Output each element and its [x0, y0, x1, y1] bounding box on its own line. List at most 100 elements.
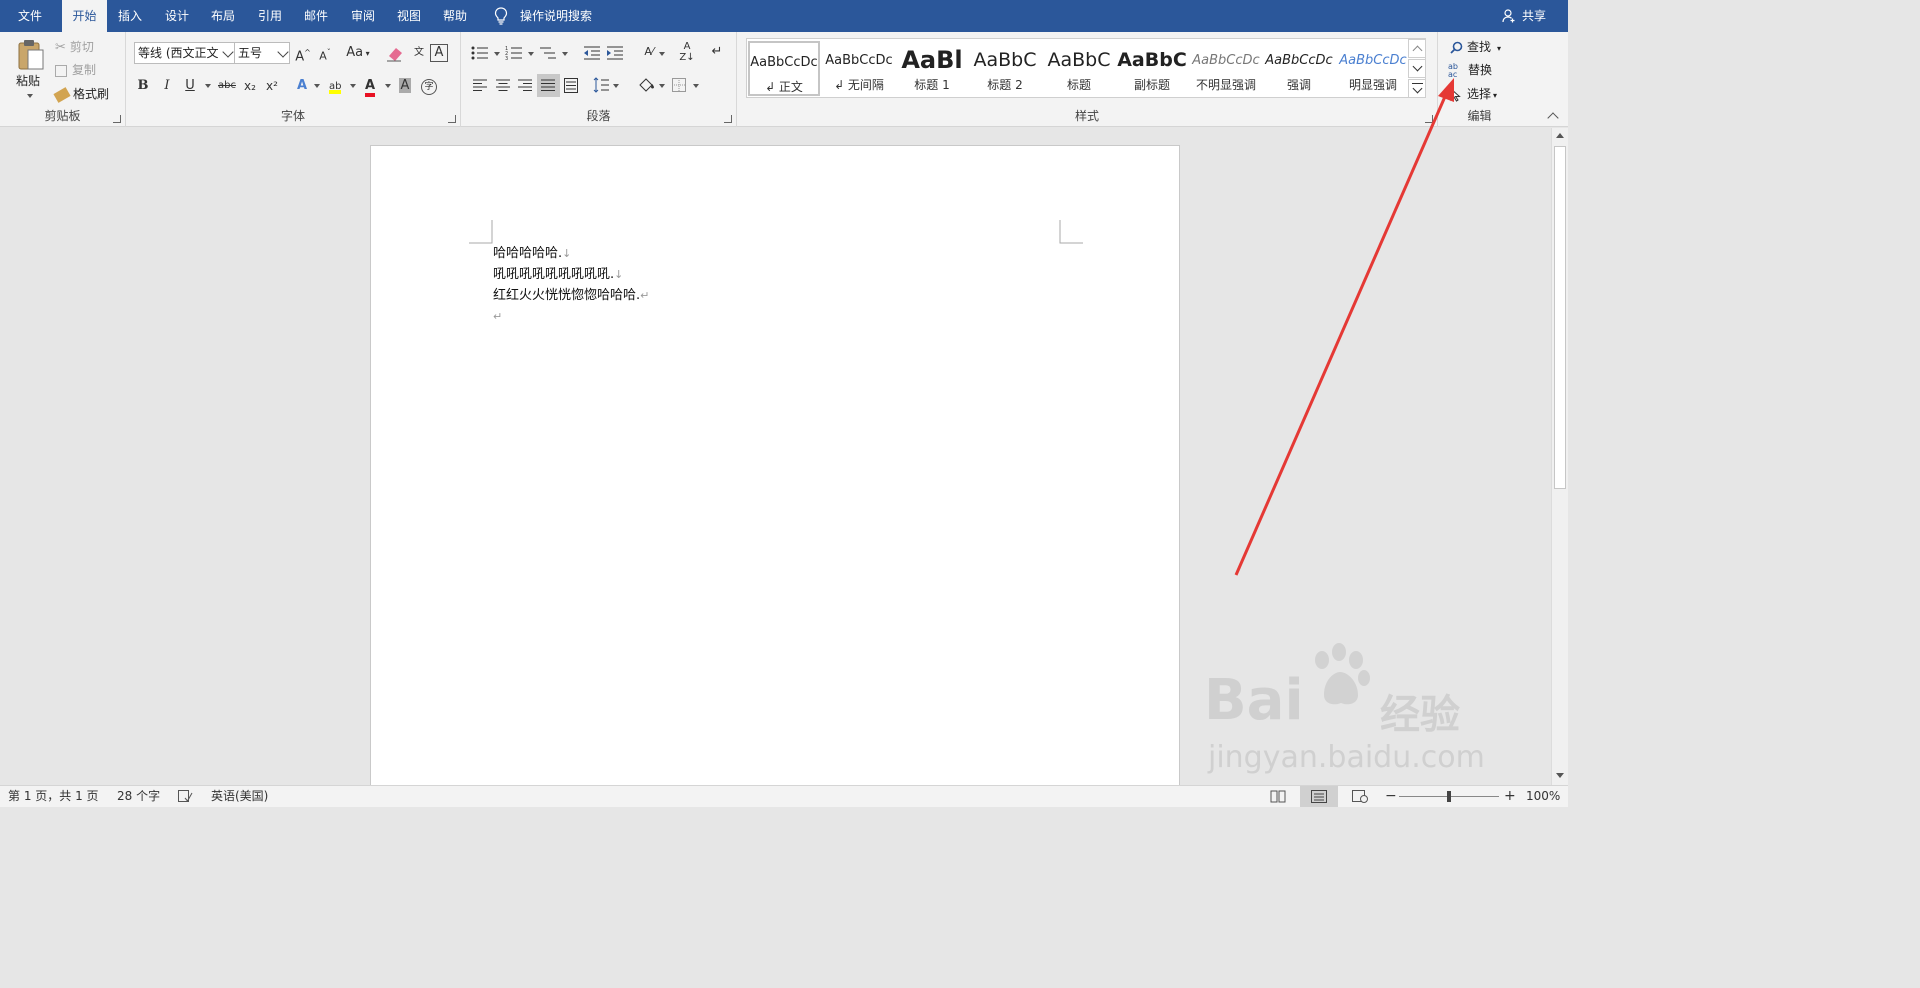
line-spacing-dropdown-icon[interactable]	[613, 84, 619, 88]
style-subtle-emphasis[interactable]: AaBbCcDc 不明显强调	[1190, 41, 1262, 96]
italic-button[interactable]: I	[156, 75, 178, 97]
paragraph-line-3[interactable]: 红红火火恍恍惚惚哈哈哈.↵	[493, 285, 649, 306]
shading-bucket-icon[interactable]	[637, 77, 655, 93]
print-layout-button[interactable]	[1300, 786, 1338, 807]
word-count[interactable]: 28 个字	[117, 786, 160, 807]
distributed-icon[interactable]	[564, 78, 578, 93]
text-effects-button[interactable]: A	[291, 75, 313, 97]
page-count[interactable]: 第 1 页，共 1 页	[8, 786, 99, 807]
paragraph-line-2[interactable]: 吼吼吼吼吼吼吼吼吼.↓	[493, 264, 623, 285]
tab-review[interactable]: 审阅	[341, 0, 385, 32]
decrease-indent-icon[interactable]	[583, 45, 601, 61]
lightbulb-icon[interactable]	[494, 7, 508, 25]
zoom-in-button[interactable]: +	[1504, 786, 1516, 807]
underline-dropdown-icon[interactable]	[205, 84, 211, 88]
paste-dropdown-icon[interactable]	[27, 94, 33, 98]
sort-button[interactable]: A Z↓	[676, 41, 698, 63]
bullets-icon[interactable]	[471, 45, 489, 61]
bullets-dropdown-icon[interactable]	[494, 52, 500, 56]
bold-button[interactable]: B	[132, 75, 154, 97]
underline-button[interactable]: U	[179, 75, 201, 97]
language-indicator[interactable]: 英语(美国)	[211, 786, 268, 807]
font-launcher-icon[interactable]	[448, 115, 456, 123]
justify-button[interactable]	[537, 74, 560, 97]
font-color-button[interactable]: A	[359, 75, 381, 97]
share-button[interactable]: 共享	[1522, 0, 1546, 32]
styles-launcher-icon[interactable]	[1425, 115, 1433, 123]
zoom-level[interactable]: 100%	[1526, 786, 1560, 807]
text-effects-dropdown-icon[interactable]	[314, 84, 320, 88]
paste-icon[interactable]	[16, 38, 46, 72]
eraser-icon[interactable]	[386, 46, 404, 62]
increase-indent-icon[interactable]	[606, 45, 624, 61]
cut-button[interactable]: ✂ 剪切	[55, 38, 94, 55]
share-person-icon[interactable]	[1502, 9, 1516, 23]
highlight-dropdown-icon[interactable]	[350, 84, 356, 88]
vertical-scrollbar[interactable]	[1551, 128, 1568, 785]
style-title[interactable]: AaBbC 标题	[1043, 41, 1115, 96]
borders-icon[interactable]	[672, 78, 686, 92]
style-heading-1[interactable]: AaBl 标题 1	[896, 41, 968, 96]
asian-layout-button[interactable]: A⁄	[638, 41, 660, 63]
paragraph-line-4[interactable]: ↵	[493, 306, 502, 327]
tab-home[interactable]: 开始	[62, 0, 107, 32]
borders-dropdown-icon[interactable]	[693, 84, 699, 88]
gallery-more[interactable]	[1408, 79, 1426, 98]
enclose-characters-button[interactable]: 字	[418, 75, 440, 97]
font-color-dropdown-icon[interactable]	[385, 84, 391, 88]
style-subtitle[interactable]: AaBbC 副标题	[1116, 41, 1188, 96]
tab-help[interactable]: 帮助	[433, 0, 477, 32]
scroll-down-arrow-icon[interactable]	[1556, 773, 1564, 778]
character-shading-button[interactable]: A	[394, 75, 416, 97]
tab-insert[interactable]: 插入	[108, 0, 152, 32]
paragraph-line-1[interactable]: 哈哈哈哈哈.↓	[493, 243, 571, 264]
web-layout-icon[interactable]	[1352, 790, 1368, 803]
align-center-icon[interactable]	[496, 79, 510, 92]
change-case-button[interactable]: Aa ▾	[343, 42, 373, 64]
character-border-button[interactable]: A	[430, 44, 448, 62]
subscript-button[interactable]: x₂	[239, 75, 261, 97]
multilevel-dropdown-icon[interactable]	[562, 52, 568, 56]
style-heading-2[interactable]: AaBbC 标题 2	[969, 41, 1041, 96]
tell-me-search[interactable]: 操作说明搜索	[520, 0, 592, 32]
tab-references[interactable]: 引用	[248, 0, 292, 32]
style-emphasis[interactable]: AaBbCcDc 强调	[1263, 41, 1335, 96]
copy-button[interactable]: 复制	[55, 61, 96, 78]
paste-button[interactable]: 粘贴	[16, 72, 40, 89]
tab-file[interactable]: 文件	[8, 0, 52, 32]
style-no-spacing[interactable]: AaBbCcDc ↲ 无间隔	[823, 41, 895, 96]
collapse-ribbon-icon[interactable]	[1547, 112, 1559, 124]
read-mode-icon[interactable]	[1270, 790, 1286, 803]
select-button[interactable]: 选择 ▾	[1450, 85, 1497, 102]
zoom-out-button[interactable]: −	[1385, 786, 1397, 807]
font-name-combo[interactable]: 等线 (西文正文	[134, 42, 235, 64]
shrink-font-button[interactable]: Aˇ	[314, 42, 336, 64]
scrollbar-thumb[interactable]	[1554, 146, 1566, 489]
paragraph-launcher-icon[interactable]	[724, 115, 732, 123]
zoom-slider-thumb[interactable]	[1447, 791, 1451, 802]
numbering-icon[interactable]: 123	[505, 45, 523, 61]
shading-dropdown-icon[interactable]	[659, 84, 665, 88]
highlight-button[interactable]: ab	[324, 75, 346, 97]
align-left-icon[interactable]	[473, 79, 487, 92]
asian-layout-dropdown-icon[interactable]	[659, 52, 665, 56]
scroll-up-arrow-icon[interactable]	[1556, 133, 1564, 138]
font-size-combo[interactable]: 五号	[234, 42, 290, 64]
find-button[interactable]: 查找 ▾	[1450, 38, 1501, 55]
gallery-scroll-down[interactable]	[1408, 59, 1426, 78]
tab-view[interactable]: 视图	[387, 0, 431, 32]
clipboard-launcher-icon[interactable]	[113, 115, 121, 123]
gallery-scroll-up[interactable]	[1408, 39, 1426, 58]
document-page[interactable]: 哈哈哈哈哈.↓ 吼吼吼吼吼吼吼吼吼.↓ 红红火火恍恍惚惚哈哈哈.↵ ↵	[370, 145, 1180, 785]
show-marks-button[interactable]: ↵	[706, 41, 728, 63]
replace-button[interactable]: ab ac 替换	[1448, 61, 1492, 79]
align-right-icon[interactable]	[518, 79, 532, 92]
style-normal[interactable]: AaBbCcDc ↲ 正文	[748, 41, 820, 96]
tab-mailings[interactable]: 邮件	[294, 0, 338, 32]
tab-design[interactable]: 设计	[155, 0, 199, 32]
tab-layout[interactable]: 布局	[201, 0, 245, 32]
phonetic-guide-button[interactable]: 文	[408, 42, 430, 64]
line-spacing-icon[interactable]	[593, 77, 609, 93]
numbering-dropdown-icon[interactable]	[528, 52, 534, 56]
strikethrough-button[interactable]: abc	[214, 75, 240, 97]
